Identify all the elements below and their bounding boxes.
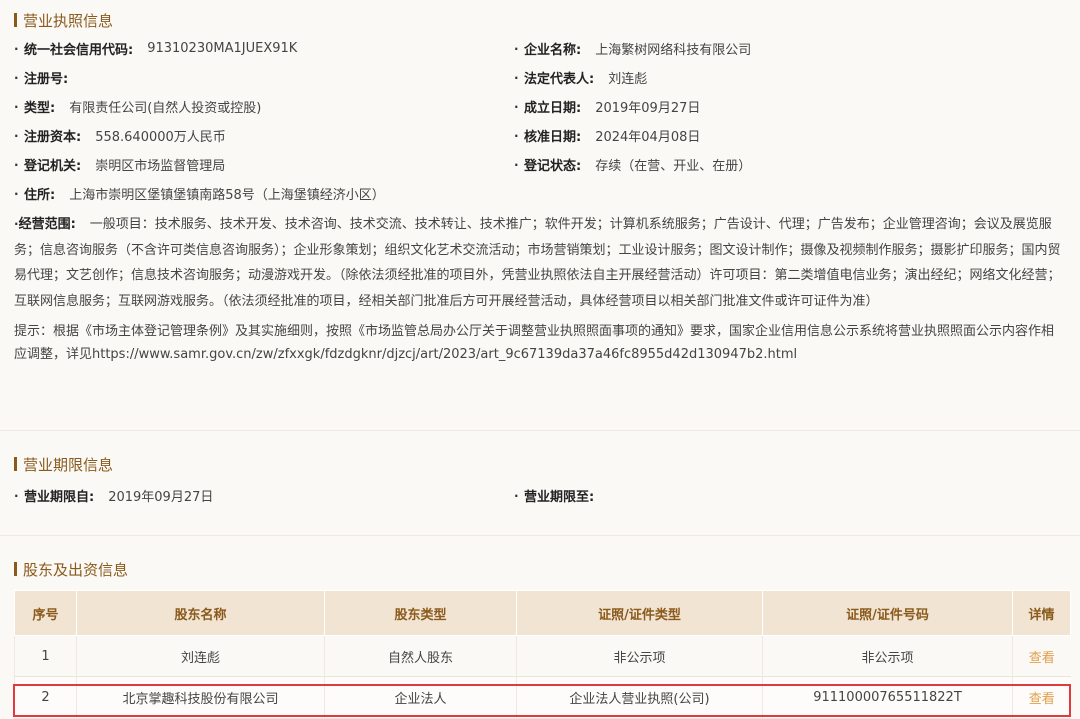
col-header-detail: 详情 [1012,590,1071,636]
credit-code-value: 91310230MA1JUEX91K [147,41,298,56]
cell-cert-type: 企业法人营业执照(公司) [516,676,763,719]
bullet-icon: · [514,488,519,503]
view-detail-link[interactable]: 查看 [1012,635,1071,677]
bullet-icon: · [14,99,19,114]
reg-no-label: 注册号: [24,72,69,87]
cell-cert-type: 非公示项 [516,635,763,677]
authority-label: 登记机关: [24,159,82,174]
bullet-icon: · [514,99,519,114]
license-title-text: 营业执照信息 [23,11,114,30]
status-label: 登记状态: [524,159,582,174]
col-header-cert-no: 证照/证件号码 [762,590,1013,636]
legal-rep-label: 法定代表人: [524,72,595,87]
scope-label: 经营范围: [18,217,76,232]
credit-code-label: 统一社会信用代码: [24,43,134,58]
bullet-icon: · [14,488,19,503]
table-row: 2 北京掌趣科技股份有限公司 企业法人 企业法人营业执照(公司) 9111000… [14,676,1071,719]
company-name-value: 上海繁树网络科技有限公司 [595,43,752,58]
cell-name: 北京掌趣科技股份有限公司 [76,676,325,719]
type-value: 有限责任公司(自然人投资或控股) [69,101,262,116]
bullet-icon: · [14,157,19,172]
notice-text: 提示：根据《市场主体登记管理条例》及其实施细则，按照《市场监管总局办公厅关于调整… [14,324,1055,362]
legal-rep-value: 刘连彪 [608,72,648,87]
company-name-label: 企业名称: [524,43,582,58]
col-header-type: 股东类型 [324,590,517,636]
cell-index: 1 [14,635,77,677]
business-scope: ·经营范围: 一般项目：技术服务、技术开发、技术咨询、技术交流、技术转让、技术推广… [14,212,1066,314]
address-label: 住所: [24,188,56,203]
cell-cert-no: 非公示项 [762,635,1013,677]
approved-label: 核准日期: [524,130,582,145]
bullet-icon: · [14,128,19,143]
title-bar-marker [14,13,17,27]
bullet-icon: · [514,128,519,143]
founded-value: 2019年09月27日 [595,101,701,116]
cell-type: 企业法人 [324,676,517,719]
title-bar-marker [14,457,17,471]
title-bar-marker [14,562,17,576]
capital-value: 558.640000万人民币 [95,130,226,145]
view-detail-link[interactable]: 查看 [1012,676,1071,719]
term-from-label: 营业期限自: [24,490,95,505]
col-header-cert-type: 证照/证件类型 [516,590,763,636]
cell-type: 自然人股东 [324,635,517,677]
status-value: 存续（在营、开业、在册） [595,159,752,174]
shareholders-title-text: 股东及出资信息 [23,560,129,579]
address-value: 上海市崇明区堡镇堡镇南路58号（上海堡镇经济小区） [69,188,385,203]
shareholders-section: 股东及出资信息 序号 股东名称 股东类型 证照/证件类型 证照/证件号码 详情 … [0,536,1080,719]
bullet-icon: · [14,217,19,231]
cell-index: 2 [14,676,77,719]
bullet-icon: · [14,41,19,56]
scope-value: 一般项目：技术服务、技术开发、技术咨询、技术交流、技术转让、技术推广；软件开发；… [14,217,1061,309]
bullet-icon: · [514,157,519,172]
approved-value: 2024年04月08日 [595,130,701,145]
license-section-title: 营业执照信息 [14,10,1066,30]
cell-name: 刘连彪 [76,635,325,677]
col-header-index: 序号 [14,590,77,636]
cell-cert-no: 91110000765511822T [762,676,1013,719]
term-from-value: 2019年09月27日 [108,490,214,505]
term-to-label: 营业期限至: [524,490,595,505]
table-row: 1 刘连彪 自然人股东 非公示项 非公示项 查看 [14,635,1071,677]
bullet-icon: · [14,186,19,201]
founded-label: 成立日期: [524,101,582,116]
bullet-icon: · [514,70,519,85]
term-section: 营业期限信息 · 营业期限自: 2019年09月27日 · 营业期限至: [0,431,1080,535]
term-title-text: 营业期限信息 [23,455,114,474]
license-section: 营业执照信息 · 统一社会信用代码: 91310230MA1JUEX91K · 企业名… [0,0,1080,430]
table-header-row: 序号 股东名称 股东类型 证照/证件类型 证照/证件号码 详情 [14,590,1071,636]
shareholders-section-title: 股东及出资信息 [14,559,1066,579]
bullet-icon: · [514,41,519,56]
capital-label: 注册资本: [24,130,82,145]
col-header-name: 股东名称 [76,590,325,636]
term-section-title: 营业期限信息 [14,454,1066,474]
shareholders-table: 序号 股东名称 股东类型 证照/证件类型 证照/证件号码 详情 1 刘连彪 自然… [14,590,1071,719]
authority-value: 崇明区市场监督管理局 [95,159,226,174]
type-label: 类型: [24,101,56,116]
bullet-icon: · [14,70,19,85]
